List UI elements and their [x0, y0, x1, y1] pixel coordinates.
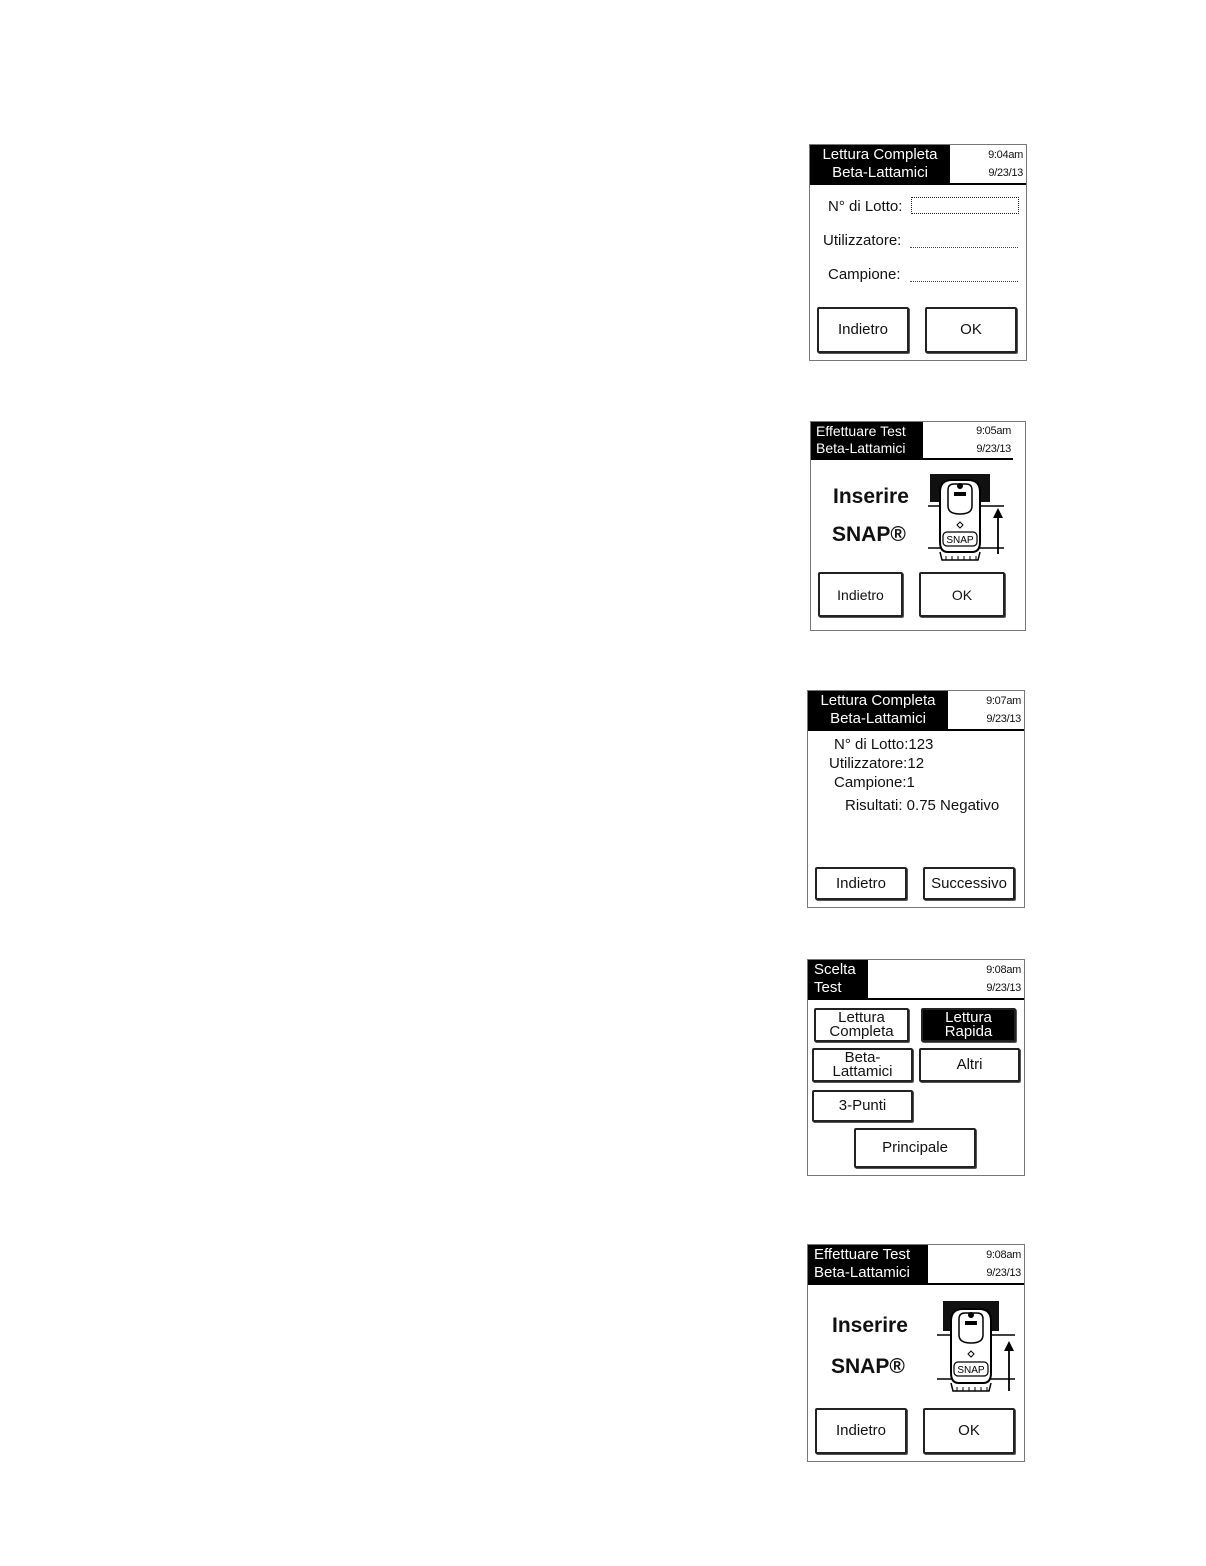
beta-line-2: Lattamici [832, 1063, 893, 1080]
header-divider [810, 183, 1026, 185]
full-read-button[interactable]: Lettura Completa [814, 1008, 909, 1042]
snap-device-label: SNAP [946, 535, 974, 546]
screen-effettuare-test-1: Effettuare Test Beta-Lattamici 9:05am 9/… [810, 421, 1026, 631]
insert-instruction-line-2: SNAP® [832, 523, 906, 546]
date-label: 9/23/13 [976, 443, 1011, 455]
three-point-button[interactable]: 3-Punti [812, 1090, 913, 1122]
clock: 9:04am 9/23/13 [988, 146, 1023, 182]
sample-label: Campione: [828, 266, 901, 283]
clock: 9:08am 9/23/13 [986, 1246, 1021, 1282]
title-line-2: Test [814, 979, 842, 996]
title-line-2: Beta-Lattamici [814, 1264, 910, 1281]
operator-value: Utilizzatore:12 [829, 755, 925, 772]
result-value: Risultati: 0.75 Negativo [845, 797, 1000, 814]
back-button[interactable]: Indietro [815, 1408, 907, 1454]
time-label: 9:08am [986, 1249, 1021, 1261]
snap-insert-illustration: SNAP [937, 1301, 1015, 1392]
insert-instruction-line-2: SNAP® [831, 1355, 905, 1378]
ok-button[interactable]: OK [919, 572, 1005, 617]
clock: 9:05am 9/23/13 [976, 422, 1011, 458]
title-line-1: Effettuare Test [816, 423, 906, 439]
lot-number-field[interactable] [911, 197, 1019, 214]
time-label: 9:05am [976, 425, 1011, 437]
screen-title: Effettuare Test Beta-Lattamici [811, 422, 923, 458]
back-button[interactable]: Indietro [815, 867, 907, 900]
snap-device-label: SNAP [957, 1365, 985, 1376]
date-label: 9/23/13 [988, 167, 1023, 179]
date-label: 9/23/13 [986, 1267, 1021, 1279]
screen-title: Lettura Completa Beta-Lattamici [808, 691, 948, 729]
screen-title: Scelta Test [808, 960, 868, 998]
main-menu-button[interactable]: Principale [854, 1128, 976, 1168]
title-line-2: Beta-Lattamici [816, 440, 906, 456]
title-line-1: Effettuare Test [814, 1246, 911, 1263]
screen-effettuare-test-2: Effettuare Test Beta-Lattamici 9:08am 9/… [807, 1244, 1025, 1462]
screen-lettura-completa-input: Lettura Completa Beta-Lattamici 9:04am 9… [809, 144, 1027, 361]
sample-value: Campione:1 [834, 774, 915, 791]
title-line-1: Scelta [814, 961, 856, 978]
quick-read-button[interactable]: Lettura Rapida [921, 1008, 1016, 1042]
title-line-2: Beta-Lattamici [830, 710, 926, 727]
others-button[interactable]: Altri [919, 1048, 1020, 1082]
next-button[interactable]: Successivo [923, 867, 1015, 900]
screen-title: Effettuare Test Beta-Lattamici [808, 1245, 928, 1283]
clock: 9:08am 9/23/13 [986, 961, 1021, 997]
time-label: 9:07am [986, 695, 1021, 707]
clock: 9:07am 9/23/13 [986, 692, 1021, 728]
operator-label: Utilizzatore: [823, 232, 902, 249]
snap-insert-illustration: SNAP [928, 474, 1004, 561]
title-line-1: Lettura Completa [820, 692, 936, 709]
date-label: 9/23/13 [986, 713, 1021, 725]
operator-field[interactable] [910, 232, 1018, 248]
header-divider [808, 998, 1024, 1000]
beta-lactam-button[interactable]: Beta- Lattamici [812, 1048, 913, 1082]
time-label: 9:08am [986, 964, 1021, 976]
quick-read-line-2: Rapida [944, 1023, 993, 1040]
screen-lettura-completa-result: Lettura Completa Beta-Lattamici 9:07am 9… [807, 690, 1025, 908]
screen-scelta-test: Scelta Test 9:08am 9/23/13 Lettura Compl… [807, 959, 1025, 1176]
header-divider [808, 1283, 1024, 1285]
ok-button[interactable]: OK [925, 307, 1017, 353]
back-button[interactable]: Indietro [818, 572, 903, 617]
sample-field[interactable] [910, 266, 1018, 282]
lot-number-value: N° di Lotto:123 [834, 736, 934, 753]
header-divider [808, 729, 1024, 731]
lot-number-label: N° di Lotto: [828, 198, 903, 215]
title-line-2: Beta-Lattamici [832, 164, 928, 181]
full-read-line-2: Completa [829, 1023, 894, 1040]
ok-button[interactable]: OK [923, 1408, 1015, 1454]
header-divider [811, 458, 1013, 460]
screen-title: Lettura Completa Beta-Lattamici [810, 145, 950, 183]
insert-instruction-line-1: Inserire [832, 1314, 908, 1337]
back-button[interactable]: Indietro [817, 307, 909, 353]
insert-instruction-line-1: Inserire [833, 485, 909, 508]
date-label: 9/23/13 [986, 982, 1021, 994]
title-line-1: Lettura Completa [822, 146, 938, 163]
time-label: 9:04am [988, 149, 1023, 161]
